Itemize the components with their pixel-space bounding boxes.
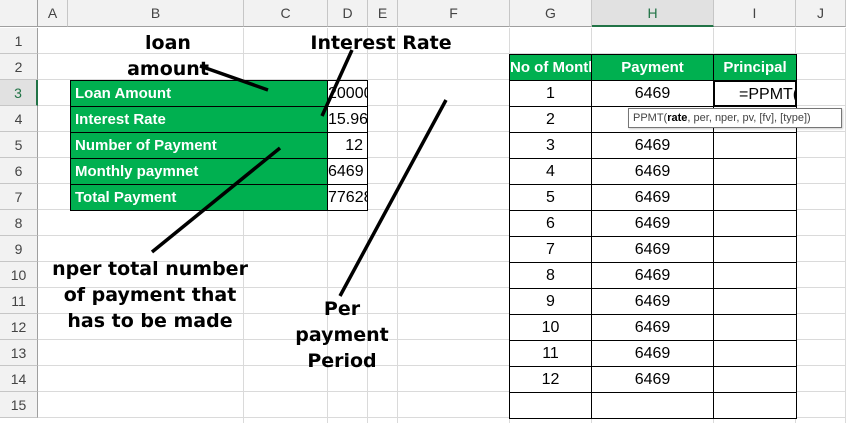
- month-cell[interactable]: [509, 392, 592, 419]
- payment-cell[interactable]: 6469: [591, 132, 714, 159]
- annotation-per-line2: payment: [295, 324, 389, 346]
- tooltip-function: PPMT(: [633, 112, 668, 124]
- tooltip-current-arg[interactable]: rate: [667, 112, 687, 124]
- row-header-12[interactable]: 12: [0, 314, 38, 340]
- month-cell[interactable]: 9: [509, 288, 592, 315]
- gridline-vertical: [397, 28, 398, 423]
- payment-cell[interactable]: 6469: [591, 340, 714, 367]
- formula-text[interactable]: =PPMT(: [739, 86, 795, 103]
- annotation-interest-rate: Interest Rate: [296, 30, 466, 56]
- payment-cell[interactable]: 6469: [591, 262, 714, 289]
- month-cell[interactable]: 8: [509, 262, 592, 289]
- loan-label-cell[interactable]: Loan Amount: [70, 80, 328, 107]
- loan-value-cell[interactable]: 6469: [327, 158, 368, 185]
- row-header-14[interactable]: 14: [0, 366, 38, 392]
- month-cell[interactable]: 6: [509, 210, 592, 237]
- annotation-nper-line1: nper total number: [52, 258, 248, 280]
- annotation-loan-amount-line1: loan: [145, 32, 191, 54]
- principal-cell[interactable]: [713, 158, 797, 185]
- column-header-i[interactable]: I: [714, 0, 796, 27]
- month-cell[interactable]: 10: [509, 314, 592, 341]
- annotation-nper-line3: has to be made: [67, 310, 233, 332]
- column-header-b[interactable]: B: [68, 0, 244, 27]
- row-header-1[interactable]: 1: [0, 28, 38, 54]
- row-header-8[interactable]: 8: [0, 210, 38, 236]
- loan-value-cell[interactable]: 12: [327, 132, 368, 159]
- column-header-e[interactable]: E: [368, 0, 398, 27]
- table-header-payment[interactable]: Payment: [591, 54, 714, 81]
- principal-cell[interactable]: [713, 262, 797, 289]
- principal-cell[interactable]: [713, 392, 797, 419]
- column-header-g[interactable]: G: [510, 0, 592, 27]
- tooltip-remaining-args: , per, nper, pv, [fv], [type]): [687, 112, 811, 124]
- column-header-d[interactable]: D: [328, 0, 368, 27]
- loan-value-cell[interactable]: 15.96%: [327, 106, 368, 133]
- month-cell[interactable]: 12: [509, 366, 592, 393]
- row-header-13[interactable]: 13: [0, 340, 38, 366]
- annotation-nper-line2: of payment that: [63, 284, 237, 306]
- annotation-nper: nper total number of payment that has to…: [34, 256, 266, 334]
- loan-label-cell[interactable]: Number of Payment: [70, 132, 328, 159]
- table-header-month[interactable]: No of Month: [509, 54, 592, 81]
- row-header-7[interactable]: 7: [0, 184, 38, 210]
- row-header-5[interactable]: 5: [0, 132, 38, 158]
- column-header-c[interactable]: C: [244, 0, 328, 27]
- loan-value-cell[interactable]: 200000: [327, 80, 368, 107]
- row-header-4[interactable]: 4: [0, 106, 38, 132]
- row-header-15[interactable]: 15: [0, 392, 38, 418]
- payment-cell[interactable]: 6469: [591, 236, 714, 263]
- active-formula-cell[interactable]: =PPMT(: [713, 80, 797, 107]
- payment-cell[interactable]: 6469: [591, 288, 714, 315]
- principal-cell[interactable]: [713, 314, 797, 341]
- month-cell[interactable]: 5: [509, 184, 592, 211]
- annotation-loan-amount: loan amount: [118, 30, 218, 82]
- payment-cell[interactable]: 6469: [591, 158, 714, 185]
- month-cell[interactable]: 1: [509, 80, 592, 107]
- column-header-j[interactable]: J: [796, 0, 846, 27]
- principal-cell[interactable]: [713, 236, 797, 263]
- table-header-principal[interactable]: Principal: [713, 54, 797, 81]
- principal-cell[interactable]: [713, 288, 797, 315]
- loan-value-cell[interactable]: 77628: [327, 184, 368, 211]
- row-header-6[interactable]: 6: [0, 158, 38, 184]
- annotation-interest-rate-text: Interest Rate: [310, 32, 452, 54]
- column-header-a[interactable]: A: [38, 0, 68, 27]
- month-cell[interactable]: 11: [509, 340, 592, 367]
- month-cell[interactable]: 2: [509, 106, 592, 133]
- loan-label-cell[interactable]: Interest Rate: [70, 106, 328, 133]
- payment-cell[interactable]: [591, 392, 714, 419]
- row-header-9[interactable]: 9: [0, 236, 38, 262]
- select-all-corner[interactable]: [0, 0, 38, 27]
- loan-label-cell[interactable]: Total Payment: [70, 184, 328, 211]
- annotation-per: Per payment Period: [288, 296, 396, 374]
- payment-cell[interactable]: 6469: [591, 314, 714, 341]
- principal-cell[interactable]: [713, 366, 797, 393]
- row-header-3[interactable]: 3: [0, 80, 38, 106]
- principal-cell[interactable]: [713, 340, 797, 367]
- payment-cell[interactable]: 6469: [591, 366, 714, 393]
- function-argument-tooltip[interactable]: PPMT(rate, per, nper, pv, [fv], [type]): [628, 108, 842, 128]
- principal-cell[interactable]: [713, 132, 797, 159]
- loan-label-cell[interactable]: Monthly paymnet: [70, 158, 328, 185]
- payment-cell[interactable]: 6469: [591, 80, 714, 107]
- month-cell[interactable]: 7: [509, 236, 592, 263]
- month-cell[interactable]: 3: [509, 132, 592, 159]
- annotation-per-line1: Per: [323, 298, 361, 320]
- row-header-2[interactable]: 2: [0, 54, 38, 80]
- column-header-h[interactable]: H: [592, 0, 714, 27]
- annotation-per-line3: Period: [307, 350, 377, 372]
- column-header-f[interactable]: F: [398, 0, 510, 27]
- principal-cell[interactable]: [713, 184, 797, 211]
- payment-cell[interactable]: 6469: [591, 210, 714, 237]
- payment-cell[interactable]: 6469: [591, 184, 714, 211]
- principal-cell[interactable]: [713, 210, 797, 237]
- annotation-loan-amount-line2: amount: [127, 58, 209, 80]
- month-cell[interactable]: 4: [509, 158, 592, 185]
- row-header-11[interactable]: 11: [0, 288, 38, 314]
- row-header-10[interactable]: 10: [0, 262, 38, 288]
